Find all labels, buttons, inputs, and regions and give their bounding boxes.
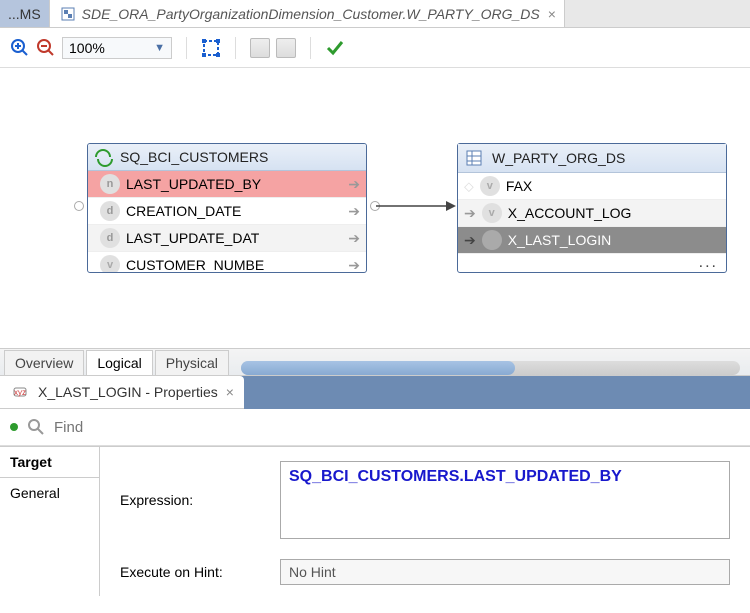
tab-logical[interactable]: Logical: [86, 350, 152, 375]
node-header[interactable]: SQ_BCI_CUSTOMERS: [88, 144, 366, 171]
col-type-icon: v: [480, 176, 500, 196]
refresh-icon: [94, 148, 112, 166]
column-row[interactable]: ➔ v X_ACCOUNT_LOG: [458, 200, 726, 227]
hint-combo[interactable]: No Hint: [280, 559, 730, 585]
zoom-out-icon[interactable]: [36, 38, 56, 58]
node-title: W_PARTY_ORG_DS: [492, 150, 625, 166]
side-tab-general[interactable]: General: [0, 478, 99, 508]
out-port-icon: ➔: [348, 176, 360, 193]
col-type-icon: v: [100, 255, 120, 273]
out-port-icon: ➔: [348, 257, 360, 274]
col-type-icon: d: [100, 228, 120, 248]
disabled-action-1: [250, 38, 270, 58]
tab-previous[interactable]: ...MS: [0, 0, 50, 27]
column-name: CUSTOMER_NUMBE: [126, 257, 342, 273]
tab-overview[interactable]: Overview: [4, 350, 84, 375]
column-name: CREATION_DATE: [126, 203, 342, 219]
flow-link[interactable]: [376, 196, 456, 216]
node-title: SQ_BCI_CUSTOMERS: [120, 149, 268, 165]
tab-label: SDE_ORA_PartyOrganizationDimension_Custo…: [82, 6, 540, 22]
disabled-action-2: [276, 38, 296, 58]
tab-physical[interactable]: Physical: [155, 350, 229, 375]
column-row[interactable]: d LAST_UPDATE_DAT ➔: [88, 225, 366, 252]
search-icon: [26, 417, 46, 437]
column-name: LAST_UPDATE_DAT: [126, 230, 342, 246]
col-type-icon: n: [100, 174, 120, 194]
in-port-icon: ➔: [464, 205, 476, 222]
svg-text:xyz: xyz: [14, 388, 26, 397]
column-row[interactable]: ➔ v X_LAST_LOGIN: [458, 227, 726, 254]
expression-input[interactable]: SQ_BCI_CUSTOMERS.LAST_UPDATED_BY: [280, 461, 730, 539]
column-name: X_LAST_LOGIN: [508, 232, 720, 248]
column-row[interactable]: v CUSTOMER_NUMBE ➔: [88, 252, 366, 273]
column-name: FAX: [506, 178, 720, 194]
column-row[interactable]: ⬦ v FAX: [458, 173, 726, 200]
close-icon[interactable]: ×: [548, 6, 556, 22]
node-header[interactable]: W_PARTY_ORG_DS: [458, 144, 726, 173]
column-icon: xyz: [10, 382, 30, 402]
close-icon[interactable]: ×: [226, 384, 234, 400]
chevron-down-icon: ▼: [154, 42, 165, 54]
slider-thumb[interactable]: [241, 361, 516, 375]
source-node[interactable]: SQ_BCI_CUSTOMERS n LAST_UPDATED_BY ➔ d C…: [87, 143, 367, 273]
anchor-left[interactable]: [74, 201, 84, 211]
target-node[interactable]: W_PARTY_ORG_DS ⬦ v FAX ➔ v X_ACCOUNT_LOG…: [457, 143, 727, 273]
zoom-combo[interactable]: 100% ▼: [62, 37, 172, 59]
column-row[interactable]: n LAST_UPDATED_BY ➔: [88, 171, 366, 198]
tab-label: ...MS: [8, 6, 41, 22]
view-slider[interactable]: [241, 361, 740, 375]
side-tab-target[interactable]: Target: [0, 447, 99, 478]
col-type-icon: v: [482, 203, 502, 223]
zoom-in-icon[interactable]: [10, 38, 30, 58]
properties-tab[interactable]: xyz X_LAST_LOGIN - Properties ×: [0, 376, 244, 409]
expression-label: Expression:: [120, 492, 280, 508]
separator: [235, 37, 236, 59]
separator: [186, 37, 187, 59]
fit-icon[interactable]: [201, 38, 221, 58]
hint-label: Execute on Hint:: [120, 564, 280, 580]
col-type-icon: v: [482, 230, 502, 250]
table-icon: [464, 148, 484, 168]
mapping-canvas[interactable]: SQ_BCI_CUSTOMERS n LAST_UPDATED_BY ➔ d C…: [0, 68, 750, 348]
col-type-icon: d: [100, 201, 120, 221]
status-dot-icon: [10, 423, 18, 431]
in-port-icon: ⬦: [464, 178, 474, 195]
separator: [310, 37, 311, 59]
zoom-value: 100%: [69, 40, 105, 56]
column-name: LAST_UPDATED_BY: [126, 176, 342, 192]
out-port-icon: ➔: [348, 203, 360, 220]
properties-title: X_LAST_LOGIN - Properties: [38, 384, 218, 400]
out-port-icon: ➔: [348, 230, 360, 247]
column-row[interactable]: d CREATION_DATE ➔: [88, 198, 366, 225]
column-name: X_ACCOUNT_LOG: [508, 205, 720, 221]
in-port-icon: ➔: [464, 232, 476, 249]
check-icon[interactable]: [325, 38, 345, 58]
mapping-icon: [58, 4, 78, 24]
tab-active[interactable]: SDE_ORA_PartyOrganizationDimension_Custo…: [50, 0, 565, 27]
find-input[interactable]: [54, 419, 740, 436]
more-rows[interactable]: ...: [458, 254, 726, 272]
